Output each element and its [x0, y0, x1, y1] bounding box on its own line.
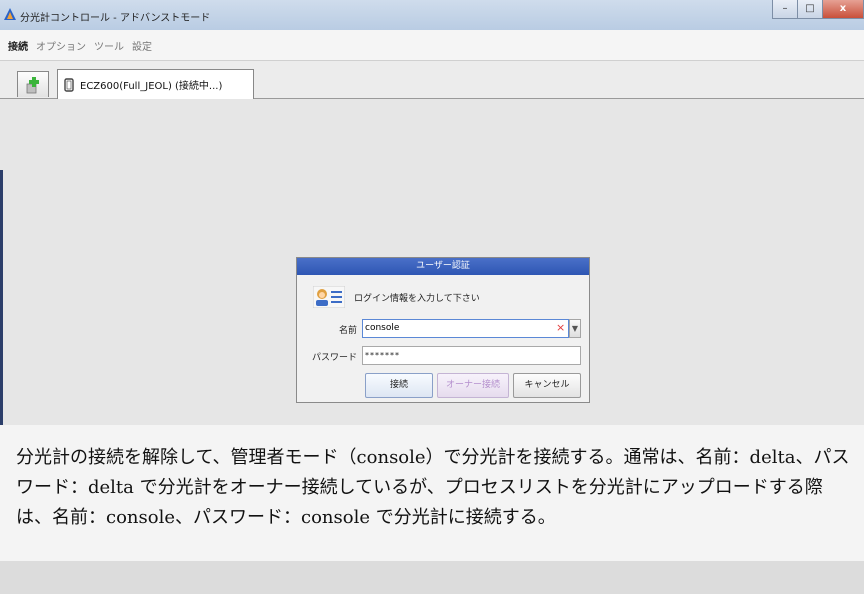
window-controls: – □ x: [772, 0, 864, 20]
menu-item-settings[interactable]: 設定: [128, 38, 156, 53]
bottom-strip: [0, 561, 864, 594]
maximize-button[interactable]: □: [797, 0, 823, 19]
minimize-button[interactable]: –: [772, 0, 798, 19]
plus-icon: [26, 76, 39, 93]
tab-label: ECZ600(Full_JEOL) (接続中...): [80, 81, 223, 92]
close-button[interactable]: x: [822, 0, 864, 19]
left-edge-bar: [0, 170, 3, 425]
magnet-icon: [64, 77, 74, 92]
name-input[interactable]: console: [362, 319, 569, 338]
clear-icon[interactable]: ×: [556, 321, 565, 334]
window-title: 分光計コントロール - アドバンストモード: [20, 13, 211, 24]
chevron-down-icon: ▼: [571, 324, 579, 333]
cancel-button[interactable]: キャンセル: [513, 373, 581, 398]
name-label: 名前: [338, 326, 357, 336]
caption-text: 分光計の接続を解除して、管理者モード（console）で分光計を接続する。通常は…: [16, 447, 850, 528]
tab-spectrometer[interactable]: ECZ600(Full_JEOL) (接続中...): [57, 69, 254, 99]
password-label: パスワード: [311, 353, 357, 363]
window-title-bar: 分光計コントロール - アドバンストモード – □ x: [0, 0, 864, 31]
tab-strip: ECZ600(Full_JEOL) (接続中...): [0, 61, 864, 99]
menu-bar: 接続 オプション ツール 設定: [0, 30, 864, 61]
app-icon: [4, 8, 16, 20]
password-input[interactable]: *******: [362, 346, 581, 365]
menu-item-options[interactable]: オプション: [32, 38, 90, 53]
menu-item-connect[interactable]: 接続: [0, 38, 32, 53]
connect-button[interactable]: 接続: [365, 373, 433, 398]
dialog-title: ユーザー認証: [297, 258, 589, 275]
dialog-message: ログイン情報を入力して下さい: [354, 294, 480, 304]
user-auth-dialog: ユーザー認証 ログイン情報を入力して下さい 名前 console × ▼ パスワ…: [296, 257, 590, 403]
owner-connect-button[interactable]: オーナー接続: [437, 373, 509, 398]
user-card-icon: [313, 286, 345, 308]
name-dropdown-button[interactable]: ▼: [569, 319, 581, 338]
menu-item-tools[interactable]: ツール: [90, 38, 128, 53]
add-connection-tab[interactable]: [17, 71, 49, 97]
